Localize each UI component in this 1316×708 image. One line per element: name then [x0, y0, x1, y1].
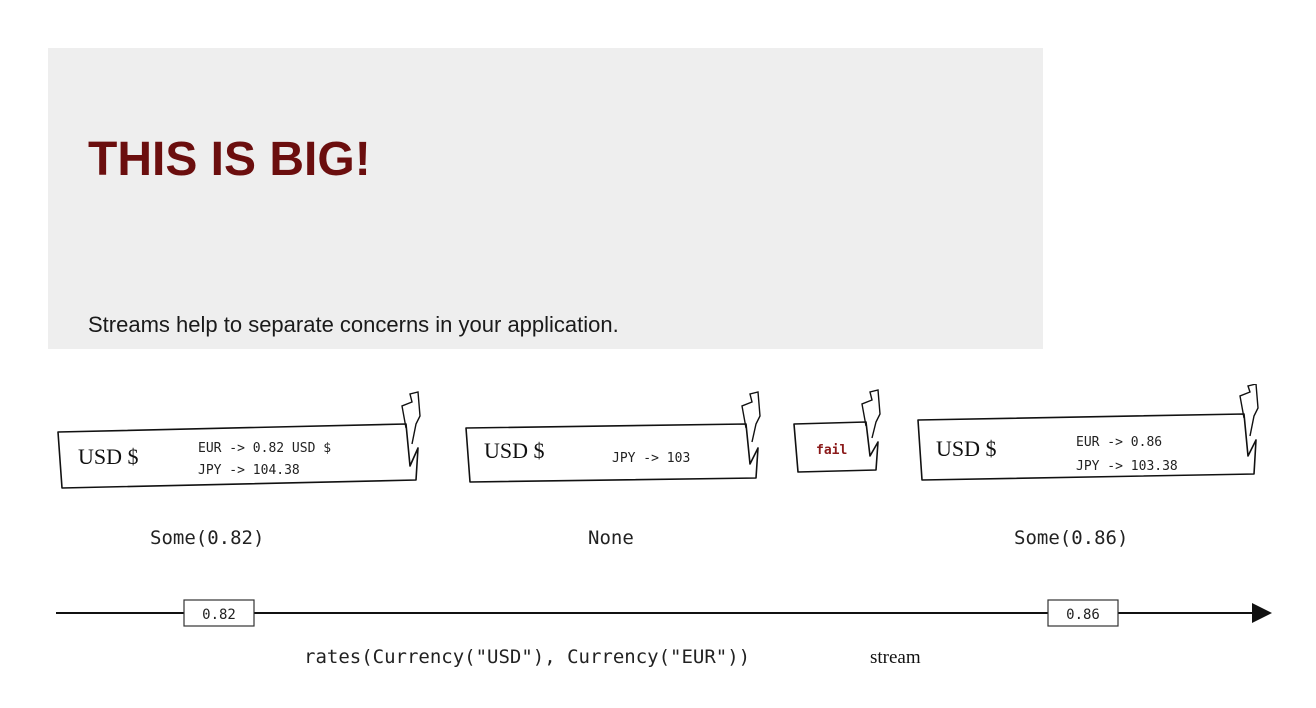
message-box-4: USD $ EUR -> 0.86 JPY -> 103.38 Some(0.8…	[917, 384, 1259, 549]
box-2-line-1: JPY -> 103	[612, 451, 690, 466]
message-box-2: USD $ JPY -> 103 None	[465, 391, 761, 549]
box-2-result: None	[588, 527, 634, 549]
callout-title: THIS IS BIG!	[88, 133, 371, 186]
box-4-line-2: JPY -> 103.38	[1076, 459, 1178, 474]
stream-value-2: 0.86	[1047, 599, 1119, 627]
box-1-line-2: JPY -> 104.38	[198, 463, 300, 478]
message-box-3: fail	[793, 389, 881, 473]
box-3-fail-label: fail	[816, 443, 847, 458]
callout-box: THIS IS BIG! Streams help to separate co…	[48, 48, 1043, 349]
stream-value-1-label: 0.82	[202, 607, 236, 623]
message-box-1: USD $ EUR -> 0.82 USD $ JPY -> 104.38 So…	[57, 391, 421, 549]
box-4-line-1: EUR -> 0.86	[1076, 435, 1162, 450]
box-4-currency: USD $	[936, 436, 997, 461]
timeline-arrowhead	[1252, 603, 1272, 623]
box-2-currency: USD $	[484, 438, 545, 463]
stream-label-word: stream	[870, 647, 921, 668]
stream-value-2-label: 0.86	[1066, 607, 1100, 623]
box-1-result: Some(0.82)	[150, 527, 264, 549]
box-4-result: Some(0.86)	[1014, 527, 1128, 549]
stream-diagram: USD $ EUR -> 0.82 USD $ JPY -> 104.38 So…	[46, 384, 1276, 680]
callout-text: Streams help to separate concerns in you…	[88, 312, 619, 337]
stream-diagram-svg: USD $ EUR -> 0.82 USD $ JPY -> 104.38 So…	[56, 384, 1272, 668]
stream-label-code: rates(Currency("USD"), Currency("EUR"))	[304, 646, 750, 668]
stream-value-1: 0.82	[183, 599, 255, 627]
box-1-currency: USD $	[78, 444, 139, 469]
box-1-line-1: EUR -> 0.82 USD $	[198, 441, 331, 456]
